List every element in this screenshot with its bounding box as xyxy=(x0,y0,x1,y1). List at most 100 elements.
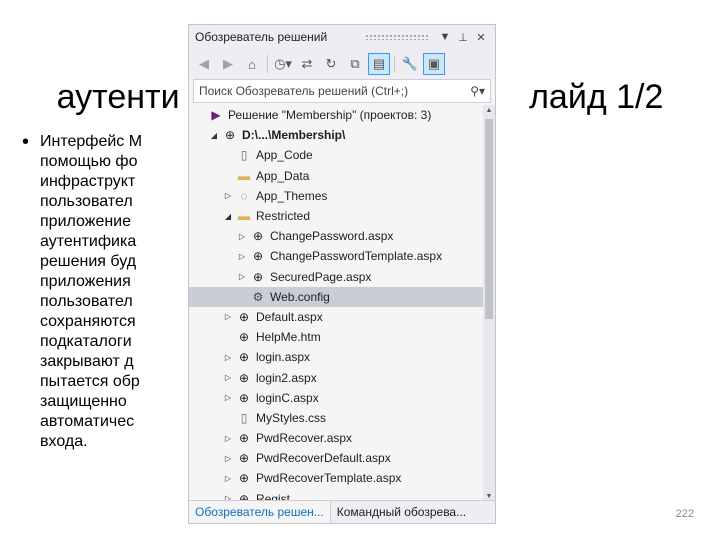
tree-item-label: MyStyles.css xyxy=(256,410,327,425)
tree-item[interactable]: ▷ ⊕ PwdRecoverDefault.aspx xyxy=(189,448,485,468)
tree-item[interactable]: ▷ ⊕ loginC.aspx xyxy=(189,388,485,408)
solution-explorer-toolbar: ◀ ▶ ⌂ ◷▾ ⇄ ↻ ⧉ ▤ 🔧 ▣ xyxy=(189,49,495,79)
solution-tree: ▶ Решение "Membership" (проектов: 3) ◢ ⊕ D:\… xyxy=(189,105,485,502)
tree-item[interactable]: ▷ ⊕ PwdRecover.aspx xyxy=(189,428,485,448)
history-icon[interactable]: ◷▾ xyxy=(272,53,294,75)
globe-icon: ⊕ xyxy=(238,390,250,405)
preview-icon[interactable]: ▣ xyxy=(423,53,445,75)
globe-icon: ⊕ xyxy=(238,309,250,324)
globe-icon: ⊕ xyxy=(238,431,250,446)
tree-item-label: PwdRecoverDefault.aspx xyxy=(256,451,391,466)
collapsed-arrow-icon[interactable]: ▷ xyxy=(221,373,235,382)
tree-item[interactable]: ▶ Решение "Membership" (проектов: 3) xyxy=(189,105,485,125)
tree-item-label: ChangePasswordTemplate.aspx xyxy=(270,249,443,264)
tree-item-label: login2.aspx xyxy=(256,370,317,385)
dropdown-icon[interactable]: ▼ xyxy=(437,31,453,43)
tree-item-label: SecuredPage.aspx xyxy=(270,269,372,284)
theme-icon: ◌ xyxy=(240,188,248,203)
config-icon: ⚙ xyxy=(252,289,264,304)
collapse-all-icon[interactable]: ⧉ xyxy=(344,53,366,75)
tree-item[interactable]: ▷ ◌ App_Themes xyxy=(189,186,485,206)
collapsed-arrow-icon[interactable]: ▷ xyxy=(221,191,235,200)
search-input[interactable]: Поиск Обозреватель решений (Ctrl+;) ⚲▾ xyxy=(193,79,491,103)
properties-icon[interactable]: 🔧 xyxy=(399,53,421,75)
collapsed-arrow-icon[interactable]: ▷ xyxy=(221,353,235,362)
solution-explorer-title: Обозреватель решений xyxy=(195,30,328,44)
globe-icon: ⊕ xyxy=(224,128,236,143)
tab-solution-explorer[interactable]: Обозреватель решен... xyxy=(189,501,330,523)
globe-icon: ⊕ xyxy=(252,249,264,264)
tree-item[interactable]: ▷ ⊕ SecuredPage.aspx xyxy=(189,267,485,287)
page-number: 222 xyxy=(675,508,694,520)
expanded-arrow-icon[interactable]: ◢ xyxy=(207,131,221,140)
show-all-files-icon[interactable]: ▤ xyxy=(368,53,390,75)
tree-item[interactable]: ◢ ⊕ D:\...\Membership\ xyxy=(189,125,485,145)
sync-icon[interactable]: ⇄ xyxy=(296,53,318,75)
tree-item[interactable]: ▷ ⊕ ChangePasswordTemplate.aspx xyxy=(189,246,485,266)
collapsed-arrow-icon[interactable]: ▷ xyxy=(235,232,249,241)
collapsed-arrow-icon[interactable]: ▷ xyxy=(221,454,235,463)
back-icon[interactable]: ◀ xyxy=(193,53,215,75)
pin-icon[interactable]: ⊥ xyxy=(455,31,471,44)
tree-item[interactable]: ⊕ HelpMe.htm xyxy=(189,327,485,347)
solution-explorer-titlebar: Обозреватель решений ▼ ⊥ ✕ xyxy=(189,25,495,49)
globe-icon: ⊕ xyxy=(238,471,250,486)
bottom-tabs: Обозреватель решен... Командный обозрева.… xyxy=(189,500,495,523)
toolbar-separator xyxy=(394,55,395,73)
tree-item-label: Default.aspx xyxy=(256,309,323,324)
titlebar-grip[interactable] xyxy=(365,34,429,40)
scrollbar-thumb[interactable] xyxy=(485,119,493,319)
collapsed-arrow-icon[interactable]: ▷ xyxy=(235,252,249,261)
globe-icon: ⊕ xyxy=(238,451,250,466)
tree-scrollbar[interactable]: ▲ ▼ xyxy=(483,105,495,502)
tree-item-label: Restricted xyxy=(256,209,311,224)
scroll-down-icon[interactable]: ▼ xyxy=(483,493,495,500)
scroll-up-icon[interactable]: ▲ xyxy=(483,107,495,114)
solution-explorer-window: Обозреватель решений ▼ ⊥ ✕ ◀ ▶ ⌂ ◷▾ ⇄ ↻ … xyxy=(188,24,496,524)
tree-item[interactable]: ▬ App_Data xyxy=(189,166,485,186)
tree-item[interactable]: ▷ ⊕ PwdRecoverTemplate.aspx xyxy=(189,468,485,488)
tree-item-label: HelpMe.htm xyxy=(256,330,321,345)
tree-item-label: login.aspx xyxy=(256,350,311,365)
tree-item[interactable]: ▯ MyStyles.css xyxy=(189,408,485,428)
folder-icon: ▬ xyxy=(238,168,250,183)
collapsed-arrow-icon[interactable]: ▷ xyxy=(221,434,235,443)
css-icon: ▯ xyxy=(240,410,248,425)
tree-item-label: PwdRecoverTemplate.aspx xyxy=(256,471,402,486)
tree-item-label: App_Themes xyxy=(256,188,328,203)
tree-item-label: Решение "Membership" (проектов: 3) xyxy=(228,108,432,123)
toolbar-separator xyxy=(267,55,268,73)
forward-icon[interactable]: ▶ xyxy=(217,53,239,75)
collapsed-arrow-icon[interactable]: ▷ xyxy=(235,272,249,281)
home-icon[interactable]: ⌂ xyxy=(241,53,263,75)
tree-item-label: App_Data xyxy=(256,168,310,183)
globe-icon: ⊕ xyxy=(252,229,264,244)
search-icon[interactable]: ⚲▾ xyxy=(470,84,485,98)
collapsed-arrow-icon[interactable]: ▷ xyxy=(221,312,235,321)
tree-item[interactable]: ▷ ⊕ login.aspx xyxy=(189,347,485,367)
folder-icon: ▬ xyxy=(238,209,250,224)
refresh-icon[interactable]: ↻ xyxy=(320,53,342,75)
tree-item[interactable]: ▷ ⊕ login2.aspx xyxy=(189,367,485,387)
globe-icon: ⊕ xyxy=(252,269,264,284)
tree-item-label: D:\...\Membership\ xyxy=(242,128,346,143)
tree-item[interactable]: ◢ ▬ Restricted xyxy=(189,206,485,226)
bullet-dot-icon: • xyxy=(22,131,30,153)
globe-icon: ⊕ xyxy=(238,330,250,345)
tree-item[interactable]: ▷ ⊕ ChangePassword.aspx xyxy=(189,226,485,246)
tree-item-label: App_Code xyxy=(256,148,313,163)
tree-item-label: Web.config xyxy=(270,289,330,304)
search-placeholder: Поиск Обозреватель решений (Ctrl+;) xyxy=(199,84,409,98)
collapsed-arrow-icon[interactable]: ▷ xyxy=(221,474,235,483)
tree-item[interactable]: ▯ App_Code xyxy=(189,145,485,165)
solution-icon: ▶ xyxy=(211,108,221,123)
collapsed-arrow-icon[interactable]: ▷ xyxy=(221,393,235,402)
tree-item[interactable]: ⚙ Web.config xyxy=(189,286,485,307)
expanded-arrow-icon[interactable]: ◢ xyxy=(221,212,235,221)
tree-item-label: ChangePassword.aspx xyxy=(270,229,394,244)
tab-team-explorer[interactable]: Командный обозрева... xyxy=(329,501,472,523)
file-icon: ▯ xyxy=(240,148,248,163)
tree-item-label: PwdRecover.aspx xyxy=(256,431,353,446)
tree-item[interactable]: ▷ ⊕ Default.aspx xyxy=(189,307,485,327)
close-icon[interactable]: ✕ xyxy=(473,31,489,44)
